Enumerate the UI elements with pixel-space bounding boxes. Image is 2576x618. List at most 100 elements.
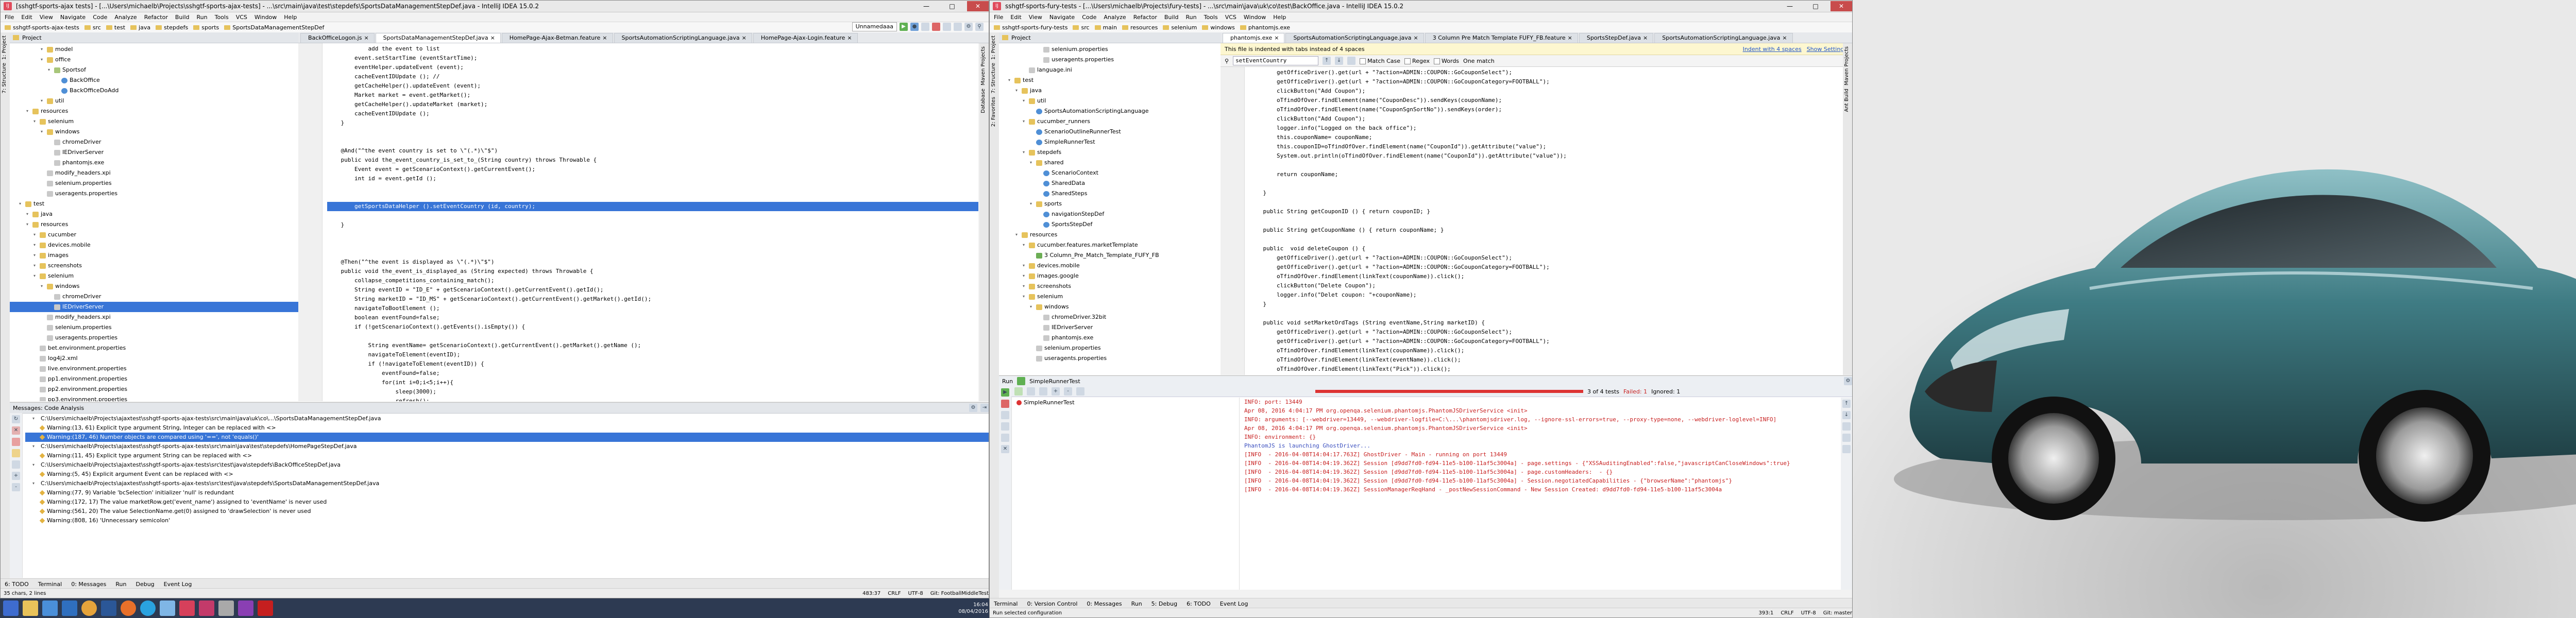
bottom-tool-tab[interactable]: 6: TODO [5,581,29,588]
search-icon[interactable]: ⚲ [975,23,984,31]
maven-tool-tab[interactable]: Maven Projects [1844,46,1850,85]
info-filter-icon[interactable] [12,460,20,469]
breadcrumb-item[interactable]: sshgtf-sports-fury-tests [994,24,1067,31]
structure-tool-tab[interactable]: 7: Structure [2,63,7,93]
expand-arrow-icon[interactable]: ▾ [33,250,38,261]
taskbar-app-skype[interactable] [140,600,156,616]
menu-item-refactor[interactable]: Refactor [1133,14,1157,21]
close-icon[interactable]: ✕ [1001,445,1009,453]
close-tab-icon[interactable]: × [1414,33,1418,43]
menu-item-help[interactable]: Help [284,14,297,21]
status-item[interactable]: CRLF [1781,610,1793,616]
breadcrumb-item[interactable]: phantomjs.exe [1240,24,1290,31]
project-tree-item[interactable]: ▾ screenshots [10,261,298,271]
project-tree-item[interactable]: BackOffice [10,75,298,85]
indent-with-spaces-link[interactable]: Indent with 4 spaces [1743,46,1802,53]
message-row[interactable]: Warning:(5, 45) Explicit argument Event … [25,470,989,479]
breadcrumb-item[interactable]: selenium [1163,24,1197,31]
close-tab-icon[interactable]: × [1568,33,1572,43]
left-code-editor[interactable]: add the event to list event.setStartTime… [298,43,978,401]
project-tree-item[interactable]: navigationStepDef [999,209,1221,219]
bottom-tool-tab[interactable]: 5: Debug [1151,600,1177,607]
project-tree-item[interactable]: ▾ resources [999,230,1221,240]
settings-icon[interactable]: ⚙ [1844,377,1852,385]
project-tree-item[interactable]: 3 Column_Pre_Match_Template_FUFY_FB [999,250,1221,261]
database-tool-tab[interactable]: Database [980,89,986,113]
project-tree-item[interactable]: chromeDriver [10,137,298,147]
bottom-tool-tab[interactable]: Event Log [164,581,192,588]
expand-arrow-icon[interactable]: ▾ [26,209,30,219]
close-tab-icon[interactable]: × [1782,33,1787,43]
project-tree-item[interactable]: ▾ selenium [10,116,298,127]
message-row[interactable]: Warning:(561, 20) The value SelectionNam… [25,507,989,516]
menu-item-navigate[interactable]: Navigate [60,14,86,21]
project-tree-item[interactable]: useragents.properties [10,188,298,199]
taskbar-app-intellij-2[interactable] [199,600,214,616]
menu-item-analyze[interactable]: Analyze [114,14,137,21]
project-tree-item[interactable]: pp3.environment.properties [10,394,298,401]
project-tree-item[interactable]: useragents.properties [999,353,1221,364]
project-tree-item[interactable]: ▾ cucumber_runners [999,116,1221,127]
vcs-update-icon[interactable] [943,23,951,31]
expand-arrow-icon[interactable]: ▾ [41,281,45,291]
expand-arrow-icon[interactable]: ▾ [1030,158,1034,168]
export-icon[interactable] [1076,387,1084,396]
ant-build-tool-tab[interactable]: Ant Build [1844,89,1850,112]
editor-tab[interactable]: BackOfficeLogon.js × [300,33,375,43]
project-tree-item[interactable]: ▾ office [10,55,298,65]
project-tree-item[interactable]: ▾ cucumber.features.marketTemplate [999,240,1221,250]
project-tree-item[interactable]: language.ini [999,65,1221,75]
project-tree-item[interactable]: log4j2.xml [10,353,298,364]
regex-option[interactable]: Regex [1404,58,1430,64]
message-row[interactable]: ▾ C:\Users\michaelb\Projects\ajaxtest\ssh… [25,479,989,488]
menu-item-help[interactable]: Help [1273,14,1286,21]
expand-arrow-icon[interactable]: ▾ [1023,240,1027,250]
favorites-tool-tab[interactable]: 2: Favorites [991,97,996,127]
menu-item-file[interactable]: File [994,14,1003,21]
project-tree-item[interactable]: ▾ java [10,209,298,219]
editor-tab[interactable]: SportsDataManagementStepDef.java × [375,33,501,43]
hide-panel-icon[interactable]: ⇥ [980,404,989,412]
stop-icon[interactable] [932,23,940,31]
show-ignored-icon[interactable] [1027,387,1035,396]
expand-arrow-icon[interactable]: ▾ [32,479,37,488]
print-icon[interactable] [1842,434,1851,442]
breadcrumb-item[interactable]: sports [193,24,219,31]
project-tree-item[interactable]: ▾ java [999,85,1221,96]
expand-arrow-icon[interactable]: ▾ [33,240,38,250]
rerun-icon[interactable]: ↻ [12,415,20,423]
menu-item-run[interactable]: Run [197,14,208,21]
status-item[interactable]: Git: FootballMiddleTest [930,591,989,596]
run-icon[interactable]: ▶ [900,23,908,31]
right-code-editor[interactable]: getOfficeDriver().get(url + "?action=ADM… [1221,67,1843,375]
expand-arrow-icon[interactable]: ▾ [1023,96,1027,106]
project-tree-item[interactable]: SharedSteps [999,188,1221,199]
close-tab-icon[interactable]: × [364,33,368,43]
project-tree-item[interactable]: modify_headers.xpi [10,312,298,322]
expand-arrow-icon[interactable]: ▾ [1023,271,1027,281]
project-tree-item[interactable]: live.environment.properties [10,364,298,374]
expand-arrow-icon[interactable]: ▾ [1023,281,1027,291]
collapse-all-icon[interactable]: - [12,483,20,491]
message-row[interactable]: Warning:(172, 17) The value marketRow.ge… [25,497,989,507]
stop-icon[interactable] [1001,400,1009,408]
project-tree-item[interactable]: ▾ selenium [999,291,1221,302]
breadcrumb-item[interactable]: main [1094,24,1117,31]
project-panel-title[interactable]: Project [1011,35,1031,41]
soft-wrap-icon[interactable] [1842,422,1851,431]
expand-arrow-icon[interactable]: ▾ [1015,85,1020,96]
structure-tool-tab[interactable]: 7: Structure [991,63,996,93]
project-tree-item[interactable]: ▾ windows [10,281,298,291]
bottom-tool-tab[interactable]: Terminal [38,581,62,588]
find-input[interactable]: setEventCountry [1233,56,1319,65]
project-tree-item[interactable]: ▾ test [999,75,1221,85]
close-tab-icon[interactable]: × [1643,33,1648,43]
close-button[interactable]: ✕ [1831,1,1852,11]
minimize-button[interactable]: — [1779,1,1801,11]
project-tree-item[interactable]: ▾ shared [999,158,1221,168]
menu-item-tools[interactable]: Tools [215,14,229,21]
project-tool-tab[interactable]: 1: Project [2,36,7,60]
project-tree-item[interactable]: SimpleRunnerTest [999,137,1221,147]
expand-arrow-icon[interactable]: ▾ [33,271,38,281]
project-tree-item[interactable]: selenium.properties [999,44,1221,55]
